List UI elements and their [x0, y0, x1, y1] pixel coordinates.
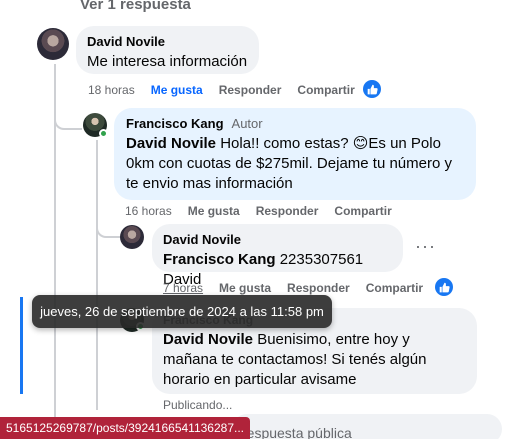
comment-time[interactable]: 7 horas	[163, 281, 203, 295]
comment-bubble: David Novile Francisco Kang 2235307561 D…	[152, 224, 403, 288]
status-url: 5165125269787/posts/3924166541136287...	[0, 417, 251, 439]
comment-text-wrap: David Novile Hola!! como estas? 😊Es un P…	[126, 134, 464, 194]
comment-author[interactable]: David Novile	[163, 232, 392, 248]
thumbs-up-icon[interactable]	[435, 278, 453, 296]
comment-actions: 16 horas Me gusta Responder Compartir	[125, 204, 392, 218]
like-button[interactable]: Me gusta	[151, 83, 203, 97]
thread-curve-1	[54, 104, 82, 130]
comment-actions: 18 horas Me gusta Responder Compartir	[88, 83, 355, 97]
comment-author[interactable]: Francisco Kang	[126, 116, 224, 131]
thread-curve-2	[96, 218, 120, 238]
thread-line-reply	[96, 140, 98, 410]
comment-time[interactable]: 16 horas	[125, 204, 172, 218]
mention-tag[interactable]: David Novile	[163, 331, 253, 348]
comment-text: Me interesa información	[87, 53, 248, 70]
online-status-icon	[99, 129, 108, 138]
comment-actions: 7 horas Me gusta Responder Compartir	[163, 281, 423, 295]
avatar[interactable]	[37, 28, 69, 60]
comment-author[interactable]: David Novile	[87, 34, 248, 50]
like-button[interactable]: Me gusta	[188, 204, 240, 218]
thumbs-up-icon[interactable]	[363, 80, 381, 98]
share-button[interactable]: Compartir	[297, 83, 354, 97]
posting-status: Publicando...	[163, 398, 233, 412]
view-replies-link[interactable]: Ver 1 respuesta	[80, 0, 191, 13]
more-dots-icon[interactable]: ···	[415, 236, 436, 257]
comment-time[interactable]: 18 horas	[88, 83, 135, 97]
comment-text-wrap: David Novile Buenisimo, entre hoy y maña…	[163, 330, 466, 390]
comment-author-line: Francisco Kang Autor	[126, 116, 464, 132]
mention-tag[interactable]: David Novile	[126, 135, 216, 152]
avatar[interactable]	[120, 225, 144, 249]
share-button[interactable]: Compartir	[366, 281, 423, 295]
share-button[interactable]: Compartir	[334, 204, 391, 218]
timestamp-tooltip: jueves, 26 de septiembre de 2024 a las 1…	[32, 295, 332, 328]
author-badge: Autor	[231, 116, 263, 131]
focus-indicator	[20, 297, 23, 394]
reply-button[interactable]: Responder	[287, 281, 350, 295]
reply-button[interactable]: Responder	[219, 83, 282, 97]
reply-input[interactable]: respuesta pública	[232, 414, 502, 439]
comment-bubble: Francisco Kang Autor David Novile Hola!! …	[114, 108, 476, 200]
like-button[interactable]: Me gusta	[219, 281, 271, 295]
mention-tag[interactable]: Francisco Kang	[163, 251, 276, 268]
reply-button[interactable]: Responder	[256, 204, 319, 218]
comment-bubble: David Novile Me interesa información	[76, 26, 259, 74]
